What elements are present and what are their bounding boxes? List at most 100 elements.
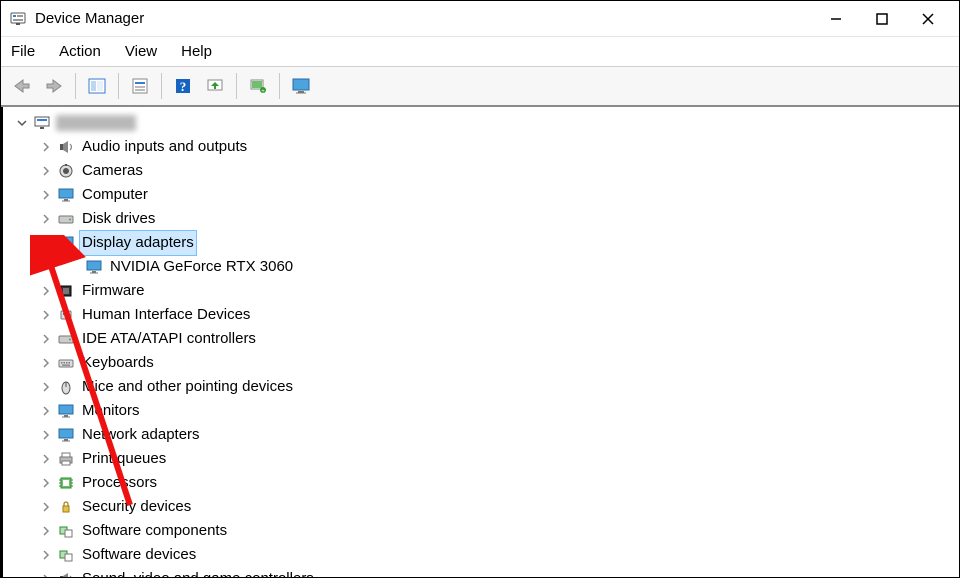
speaker-icon xyxy=(57,570,75,577)
tree-category-label: Sound, video and game controllers xyxy=(80,567,316,577)
tree-category-label: Firmware xyxy=(80,279,147,303)
component-icon xyxy=(57,522,75,540)
camera-icon xyxy=(57,162,75,180)
device-manager-icon xyxy=(9,10,27,28)
tree-category-label: Processors xyxy=(80,471,159,495)
menu-file[interactable]: File xyxy=(11,43,35,60)
monitor-icon xyxy=(57,402,75,420)
chevron-right-icon[interactable] xyxy=(37,138,55,156)
tree-category-label: Mice and other pointing devices xyxy=(80,375,295,399)
chevron-right-icon[interactable] xyxy=(37,450,55,468)
toolbar: ? + xyxy=(1,67,959,107)
tree-category-label: Security devices xyxy=(80,495,193,519)
tree-category[interactable]: Print queues xyxy=(7,447,959,471)
chevron-down-icon[interactable] xyxy=(37,234,55,252)
tree-category-label: Display adapters xyxy=(80,231,196,255)
tree-category-label: Network adapters xyxy=(80,423,202,447)
chevron-right-icon[interactable] xyxy=(37,402,55,420)
chevron-right-icon[interactable] xyxy=(37,474,55,492)
speaker-icon xyxy=(57,138,75,156)
show-hidden-button[interactable] xyxy=(82,71,112,101)
svg-text:?: ? xyxy=(180,79,187,94)
tree-category[interactable]: Sound, video and game controllers xyxy=(7,567,959,577)
scan-hardware-button[interactable]: + xyxy=(243,71,273,101)
tree-category-label: Cameras xyxy=(80,159,145,183)
tree-category[interactable]: IDE ATA/ATAPI controllers xyxy=(7,327,959,351)
tree-category-label: Software components xyxy=(80,519,229,543)
monitor-icon xyxy=(57,186,75,204)
tree-category[interactable]: Firmware xyxy=(7,279,959,303)
chevron-right-icon[interactable] xyxy=(37,378,55,396)
computer-name-redacted xyxy=(56,115,136,131)
cpu-icon xyxy=(57,474,75,492)
chevron-right-icon[interactable] xyxy=(37,426,55,444)
chevron-right-icon[interactable] xyxy=(37,570,55,577)
monitor-icon xyxy=(57,234,75,252)
chevron-right-icon[interactable] xyxy=(37,210,55,228)
chevron-right-icon[interactable] xyxy=(37,330,55,348)
tree-category[interactable]: Keyboards xyxy=(7,351,959,375)
monitor-icon xyxy=(57,426,75,444)
tree-category[interactable]: Disk drives xyxy=(7,207,959,231)
component-icon xyxy=(57,546,75,564)
window-title: Device Manager xyxy=(35,10,813,27)
tree-category-label: Audio inputs and outputs xyxy=(80,135,249,159)
menu-action[interactable]: Action xyxy=(59,43,101,60)
menu-help[interactable]: Help xyxy=(181,43,212,60)
hid-icon xyxy=(57,306,75,324)
keyboard-icon xyxy=(57,354,75,372)
printer-icon xyxy=(57,450,75,468)
minimize-button[interactable] xyxy=(813,3,859,35)
tree-category-label: Human Interface Devices xyxy=(80,303,252,327)
tree-category-label: Software devices xyxy=(80,543,198,567)
chevron-right-icon[interactable] xyxy=(37,546,55,564)
tree-category[interactable]: Display adapters xyxy=(7,231,959,255)
tree-category[interactable]: Mice and other pointing devices xyxy=(7,375,959,399)
monitor-button[interactable] xyxy=(286,71,316,101)
device-tree[interactable]: Audio inputs and outputsCamerasComputerD… xyxy=(1,107,959,577)
tree-category[interactable]: Computer xyxy=(7,183,959,207)
chevron-right-icon[interactable] xyxy=(37,354,55,372)
tree-category[interactable]: Software components xyxy=(7,519,959,543)
computer-icon xyxy=(33,114,51,132)
maximize-button[interactable] xyxy=(859,3,905,35)
toolbar-separator xyxy=(75,73,76,99)
help-button[interactable]: ? xyxy=(168,71,198,101)
tree-category[interactable]: Security devices xyxy=(7,495,959,519)
tree-category-label: Disk drives xyxy=(80,207,157,231)
tree-category-label: Computer xyxy=(80,183,150,207)
tree-category[interactable]: Cameras xyxy=(7,159,959,183)
chip-icon xyxy=(57,282,75,300)
chevron-right-icon[interactable] xyxy=(37,522,55,540)
menu-view[interactable]: View xyxy=(125,43,157,60)
close-button[interactable] xyxy=(905,3,951,35)
chevron-right-icon[interactable] xyxy=(37,282,55,300)
chevron-right-icon[interactable] xyxy=(37,498,55,516)
chevron-down-icon[interactable] xyxy=(13,114,31,132)
tree-category[interactable]: Network adapters xyxy=(7,423,959,447)
toolbar-separator xyxy=(236,73,237,99)
chevron-right-icon[interactable] xyxy=(37,186,55,204)
tree-category[interactable]: Processors xyxy=(7,471,959,495)
tree-category[interactable]: Software devices xyxy=(7,543,959,567)
properties-button[interactable] xyxy=(125,71,155,101)
tree-category[interactable]: Human Interface Devices xyxy=(7,303,959,327)
tree-category-label: Monitors xyxy=(80,399,142,423)
toolbar-separator xyxy=(161,73,162,99)
tree-category-label: Print queues xyxy=(80,447,168,471)
toolbar-separator xyxy=(279,73,280,99)
tree-device[interactable]: NVIDIA GeForce RTX 3060 xyxy=(7,255,959,279)
tree-category[interactable]: Audio inputs and outputs xyxy=(7,135,959,159)
tree-root[interactable] xyxy=(7,111,959,135)
disk-icon xyxy=(57,210,75,228)
back-button[interactable] xyxy=(7,71,37,101)
tree-category[interactable]: Monitors xyxy=(7,399,959,423)
toolbar-separator xyxy=(118,73,119,99)
chevron-right-icon[interactable] xyxy=(37,162,55,180)
update-driver-button[interactable] xyxy=(200,71,230,101)
mouse-icon xyxy=(57,378,75,396)
chevron-right-icon[interactable] xyxy=(37,306,55,324)
tree-category-label: Keyboards xyxy=(80,351,156,375)
forward-button[interactable] xyxy=(39,71,69,101)
disk-icon xyxy=(57,330,75,348)
